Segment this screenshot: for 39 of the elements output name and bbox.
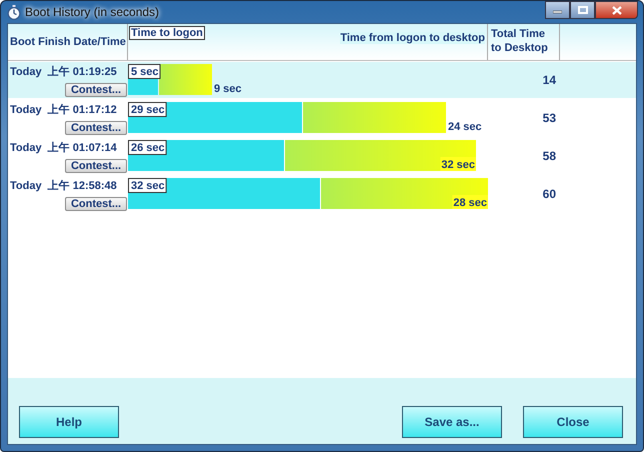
data-label: 32 sec — [131, 180, 165, 192]
boot-date-time: Today 上午 01:07:14 — [10, 140, 117, 155]
maximize-icon — [578, 6, 588, 14]
logon-time-label: 5 sec — [128, 64, 161, 79]
total-time: 60 — [542, 187, 556, 201]
desktop-time-bar — [159, 64, 212, 95]
close-button[interactable] — [595, 1, 638, 19]
column-header: Boot Finish Date/Time — [10, 36, 126, 48]
contest-button[interactable]: Contest... — [65, 197, 127, 211]
column-header: Time from logon to desktop — [340, 32, 485, 44]
maximize-button[interactable] — [570, 1, 595, 19]
footer-button[interactable]: Close — [523, 406, 623, 438]
close-icon — [612, 6, 622, 14]
desktop-time-label: 24 sec — [448, 121, 482, 133]
desktop-time-label: 9 sec — [214, 83, 242, 95]
boot-date-time: Today 上午 12:58:48 — [10, 178, 117, 193]
desktop-time-label: 32 sec — [440, 157, 476, 171]
boot-date-time: Today 上午 01:19:25 — [10, 64, 117, 79]
logon-time-label: 29 sec — [128, 102, 167, 117]
boot-date-time: Today 上午 01:17:12 — [10, 102, 117, 117]
column-header: Total Time to Desktop — [491, 27, 549, 56]
total-time: 58 — [542, 149, 556, 163]
footer-button[interactable]: Help — [19, 406, 119, 438]
stopwatch-icon — [7, 4, 21, 20]
minimize-button[interactable] — [545, 1, 570, 19]
data-label: 29 sec — [131, 104, 165, 116]
desktop-time-label: 28 sec — [452, 195, 488, 209]
logon-time-label: 32 sec — [128, 178, 167, 193]
footer-button[interactable]: Save as... — [402, 406, 502, 438]
total-time: 14 — [542, 73, 556, 87]
column-header: Time to logon — [129, 26, 205, 40]
logon-time-label: 26 sec — [128, 140, 167, 155]
window-title: Boot History (in seconds) — [25, 5, 160, 19]
data-label: 26 sec — [131, 142, 165, 154]
contest-button[interactable]: Contest... — [65, 83, 127, 97]
contest-button[interactable]: Contest... — [65, 159, 127, 173]
total-time: 53 — [542, 111, 556, 125]
contest-button[interactable]: Contest... — [65, 121, 127, 135]
data-label: 5 sec — [131, 66, 159, 78]
